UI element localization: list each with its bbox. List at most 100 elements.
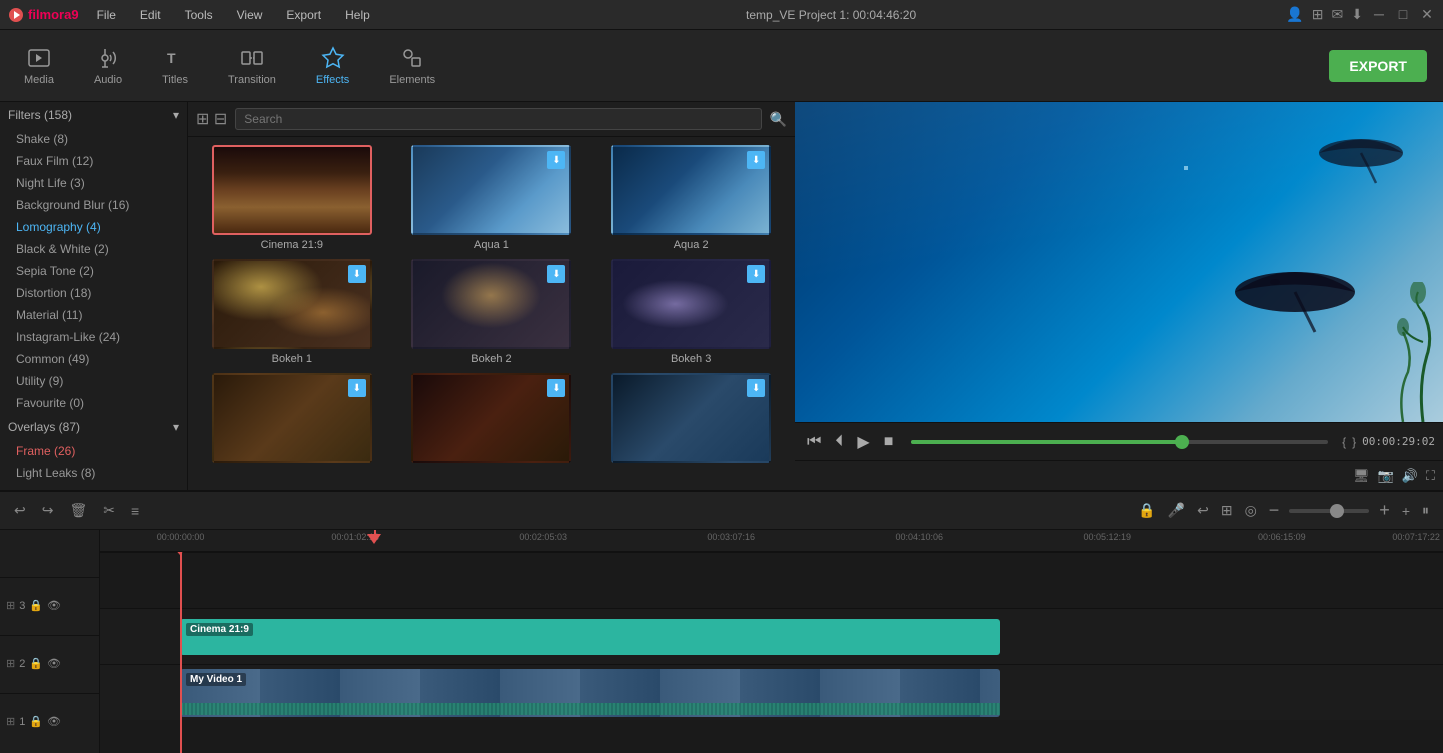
zoom-out-button[interactable]: − <box>1267 498 1282 523</box>
audio-track-button[interactable]: ↩ <box>1195 500 1211 521</box>
cinema-clip[interactable]: Cinema 21:9 <box>180 619 1000 655</box>
manta-ray-svg <box>1225 242 1365 342</box>
rewind-button[interactable]: ⏮ <box>803 431 825 453</box>
step-back-button[interactable]: ⏴ <box>831 431 847 453</box>
menu-edit[interactable]: Edit <box>134 8 167 22</box>
menu-file[interactable]: File <box>91 8 122 22</box>
track1-lock-icon[interactable]: 🔒 <box>29 715 43 728</box>
sidebar-item-distortion[interactable]: Distortion (18) <box>0 282 187 304</box>
track3-lock-icon[interactable]: 🔒 <box>29 599 43 612</box>
sidebar-item-material[interactable]: Material (11) <box>0 304 187 326</box>
effect-bokeh2[interactable]: ⬇ Bokeh 2 <box>396 259 588 365</box>
volume-button[interactable]: 🔊 <box>1402 468 1418 484</box>
effect-aqua2[interactable]: ⬇ Aqua 2 <box>595 145 787 251</box>
search-input[interactable] <box>235 108 761 130</box>
video-clip[interactable]: My Video 1 <box>180 669 1000 717</box>
monitor-icon[interactable]: 🖥 <box>1353 468 1370 484</box>
fullscreen-button[interactable]: ⛶ <box>1426 468 1435 484</box>
grid-icon2[interactable]: ⊞ <box>1312 6 1324 23</box>
bracket-out-icon[interactable]: } <box>1352 435 1356 449</box>
elements-icon <box>400 46 424 70</box>
redo-button[interactable]: ↪ <box>40 500 56 521</box>
menu-help[interactable]: Help <box>339 8 376 22</box>
track1-eye-icon[interactable]: 👁 <box>47 715 61 728</box>
delete-button[interactable]: 🗑 <box>67 500 89 521</box>
preview-progress-bar[interactable] <box>911 440 1328 444</box>
maximize-button[interactable]: □ <box>1395 6 1411 22</box>
minimize-button[interactable]: ─ <box>1371 6 1387 22</box>
zoom-slider[interactable] <box>1289 509 1369 513</box>
view-grid-icon[interactable]: ⊞ ⊟ <box>196 109 227 129</box>
tool-effects[interactable]: Effects <box>308 42 357 90</box>
overlays-group-header[interactable]: Overlays (87) ▾ <box>0 414 187 440</box>
track2-eye-icon[interactable]: 👁 <box>47 657 61 670</box>
sidebar-item-bg-blur[interactable]: Background Blur (16) <box>0 194 187 216</box>
ruler-mark-4: 00:04:10:06 <box>895 532 943 542</box>
stop-button[interactable]: ■ <box>880 431 898 453</box>
tool-transition[interactable]: Transition <box>220 42 284 90</box>
effect-aqua1[interactable]: ⬇ Aqua 1 <box>396 145 588 251</box>
sidebar-item-lomography[interactable]: Lomography (4) <box>0 216 187 238</box>
tool-elements[interactable]: Elements <box>381 42 443 90</box>
tool-elements-label: Elements <box>389 74 435 86</box>
search-icon[interactable]: 🔍 <box>770 111 787 128</box>
audio-mix-button[interactable]: ≡ <box>129 501 141 521</box>
sidebar-item-night-life[interactable]: Night Life (3) <box>0 172 187 194</box>
effect-row3b[interactable]: ⬇ <box>396 373 588 467</box>
sidebar-item-light-leaks[interactable]: Light Leaks (8) <box>0 462 187 484</box>
lock-button[interactable]: 🔒 <box>1136 500 1157 521</box>
menu-view[interactable]: View <box>231 8 269 22</box>
effect-row3b-thumb: ⬇ <box>411 373 571 463</box>
effect-cinema21[interactable]: Cinema 21:9 <box>196 145 388 251</box>
zoom-knob[interactable] <box>1330 504 1344 518</box>
camera-button[interactable]: ◎ <box>1243 500 1259 521</box>
effect-row3c[interactable]: ⬇ <box>595 373 787 467</box>
download-icon[interactable]: ⬇ <box>1351 6 1363 23</box>
zoom-in-button[interactable]: + <box>1377 498 1392 523</box>
bracket-in-icon[interactable]: { <box>1342 435 1346 449</box>
download-badge: ⬇ <box>348 379 366 397</box>
sidebar-item-sepia-tone[interactable]: Sepia Tone (2) <box>0 260 187 282</box>
sidebar-item-common[interactable]: Common (49) <box>0 348 187 370</box>
sidebar-item-frame[interactable]: Frame (26) <box>0 440 187 462</box>
window-title: temp_VE Project 1: 00:04:46:20 <box>388 8 1275 22</box>
sidebar-item-black-white[interactable]: Black & White (2) <box>0 238 187 260</box>
track3-eye-icon[interactable]: 👁 <box>47 599 61 612</box>
preview-progress-fill <box>911 440 1182 444</box>
track-label-3: ⊞ 3 🔒 👁 <box>0 577 99 633</box>
add-media-button[interactable]: + <box>1400 501 1412 521</box>
tool-titles[interactable]: T Titles <box>154 42 196 90</box>
menu-tools[interactable]: Tools <box>179 8 219 22</box>
snapshot-button[interactable]: 📷 <box>1378 468 1394 484</box>
preview-progress-knob[interactable] <box>1175 435 1189 449</box>
sidebar-item-faux-film[interactable]: Faux Film (12) <box>0 150 187 172</box>
cut-button[interactable]: ✂ <box>101 500 117 521</box>
track2-lock-icon[interactable]: 🔒 <box>29 657 43 670</box>
overlays-group-label: Overlays (87) <box>8 420 80 434</box>
tool-audio[interactable]: Audio <box>86 42 130 90</box>
mic-button[interactable]: 🎤 <box>1166 500 1187 521</box>
effect-bokeh1[interactable]: ⬇ Bokeh 1 <box>196 259 388 365</box>
sidebar-item-utility[interactable]: Utility (9) <box>0 370 187 392</box>
user-icon[interactable]: 👤 <box>1286 6 1303 23</box>
tool-media[interactable]: Media <box>16 42 62 90</box>
playhead[interactable] <box>180 552 182 753</box>
menu-export[interactable]: Export <box>280 8 327 22</box>
preview-panel: ⏮ ⏴ ▶ ■ { } 00:00:29:02 🖥 📷 🔊 ⛶ <box>795 102 1443 490</box>
filters-group-header[interactable]: Filters (158) ▾ <box>0 102 187 128</box>
effect-bokeh2-label: Bokeh 2 <box>471 353 511 365</box>
undo-button[interactable]: ↩ <box>12 500 28 521</box>
sidebar-item-instagram[interactable]: Instagram-Like (24) <box>0 326 187 348</box>
sidebar-item-shake[interactable]: Shake (8) <box>0 128 187 150</box>
export-button[interactable]: EXPORT <box>1329 50 1427 82</box>
close-button[interactable]: ✕ <box>1419 6 1435 22</box>
sidebar-item-bokeh-blurs[interactable]: Bokeh Blurs (10) <box>0 484 187 490</box>
effect-row3a[interactable]: ⬇ <box>196 373 388 467</box>
track-label-2: ⊞ 2 🔒 👁 <box>0 635 99 691</box>
settings-button[interactable]: ⏸ <box>1420 500 1431 521</box>
sidebar-item-favourite[interactable]: Favourite (0) <box>0 392 187 414</box>
screen-record-button[interactable]: ⊞ <box>1219 500 1235 521</box>
effect-bokeh3[interactable]: ⬇ Bokeh 3 <box>595 259 787 365</box>
mail-icon[interactable]: ✉ <box>1332 6 1344 23</box>
play-button[interactable]: ▶ <box>853 430 873 454</box>
